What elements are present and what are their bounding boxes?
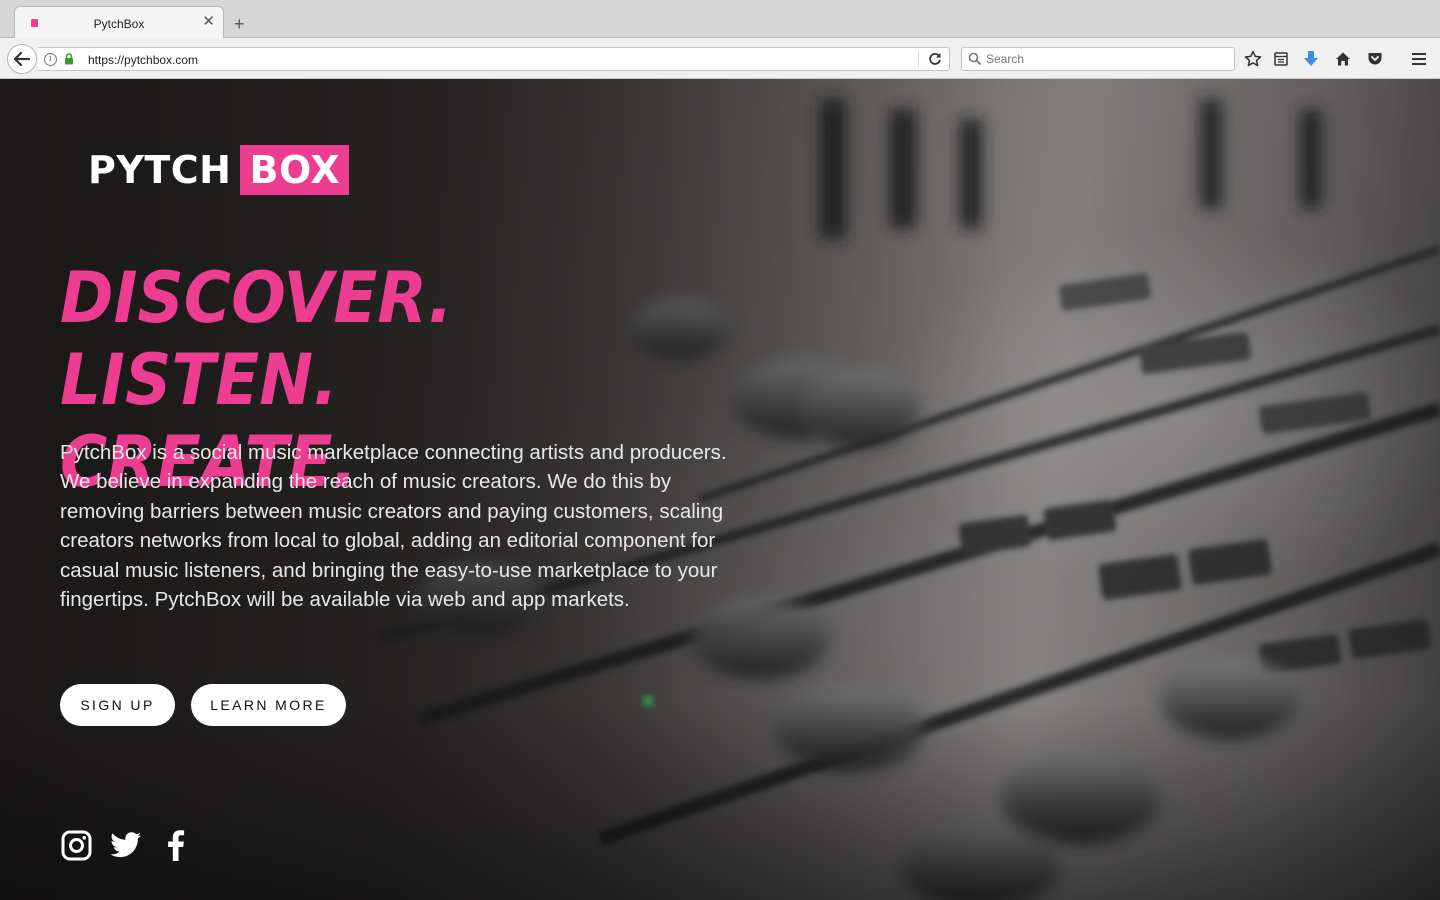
bookmark-star-icon[interactable] — [1243, 49, 1263, 69]
home-icon[interactable] — [1333, 49, 1353, 69]
lock-icon[interactable] — [64, 53, 74, 65]
facebook-icon[interactable] — [160, 829, 192, 861]
pytchbox-logo[interactable]: PYTCH BOX — [88, 145, 350, 195]
tab-title: PytchBox — [93, 17, 145, 31]
url-divider — [918, 51, 919, 67]
headline-line-1: DISCOVER. LISTEN. — [60, 257, 453, 421]
sign-up-button[interactable]: SIGN UP — [60, 684, 175, 726]
search-bar[interactable] — [961, 47, 1235, 71]
site-info-icon[interactable]: i — [44, 53, 57, 66]
search-icon — [968, 52, 982, 66]
arrow-left-icon — [14, 52, 30, 66]
hamburger-menu-icon[interactable] — [1409, 49, 1429, 69]
logo-text-box: BOX — [240, 145, 350, 195]
reading-list-icon[interactable] — [1271, 49, 1291, 69]
pocket-icon[interactable] — [1365, 49, 1385, 69]
url-bar[interactable]: i https://pytchbox.com — [38, 47, 950, 71]
learn-more-button[interactable]: LEARN MORE — [191, 684, 346, 726]
instagram-icon[interactable] — [60, 829, 92, 861]
hero-description: PytchBox is a social music marketplace c… — [60, 441, 727, 612]
hero-bottom-fade — [0, 700, 1440, 900]
twitter-icon[interactable] — [110, 829, 142, 861]
reload-icon[interactable] — [928, 52, 942, 66]
search-input[interactable] — [986, 51, 1226, 67]
logo-text-pytch: PYTCH — [88, 148, 232, 192]
new-tab-icon[interactable]: + — [234, 15, 245, 33]
navigation-toolbar: i https://pytchbox.com — [0, 38, 1440, 79]
url-text[interactable]: https://pytchbox.com — [88, 53, 198, 67]
hero-section: PYTCH BOX DISCOVER. LISTEN. CREATE. Pytc… — [0, 79, 1440, 900]
browser-tab[interactable]: PytchBox ✕ — [14, 6, 224, 38]
downloads-icon[interactable] — [1301, 49, 1321, 69]
tab-bar: PytchBox ✕ + — [0, 0, 1440, 38]
close-tab-icon[interactable]: ✕ — [202, 14, 215, 30]
back-button[interactable] — [7, 44, 37, 74]
